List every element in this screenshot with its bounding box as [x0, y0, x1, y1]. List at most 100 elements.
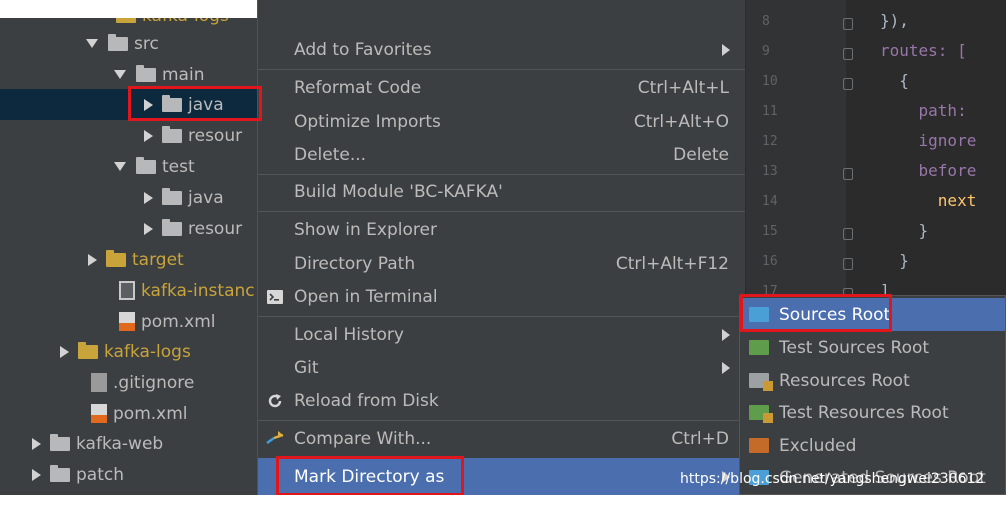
- resources-root-icon: [749, 373, 773, 391]
- expand-arrow-icon[interactable]: [114, 70, 126, 79]
- tree-item-java-test[interactable]: java: [0, 182, 258, 213]
- tree-item-label: pom.xml: [141, 311, 216, 332]
- submenu-item-label: Resources Root: [779, 370, 910, 391]
- test-sources-root-icon: [749, 340, 769, 355]
- tree-item-kafka-instance[interactable]: kafka-instanc: [0, 275, 258, 306]
- submenu-item-label: Test Resources Root: [779, 402, 949, 423]
- folder-icon: [50, 464, 70, 482]
- line-number: 15: [762, 224, 778, 239]
- submenu-item-resources-root[interactable]: Resources Root: [740, 364, 1005, 397]
- tree-item-label: resour: [188, 218, 243, 239]
- collapse-arrow-icon[interactable]: [60, 345, 69, 358]
- tree-item-label: java: [188, 187, 224, 208]
- menu-item-label: Show in Explorer: [294, 220, 437, 240]
- tree-item-label: kafka-logs: [104, 341, 191, 362]
- folder-icon: [50, 433, 70, 451]
- tree-item-label: kafka-logs: [142, 18, 229, 26]
- compare-icon: [266, 430, 284, 448]
- menu-item-delete[interactable]: Delete... Delete: [258, 139, 745, 171]
- tree-item-resources-main[interactable]: resour: [0, 120, 258, 151]
- tree-item-patch[interactable]: patch: [0, 459, 258, 490]
- tree-item-test[interactable]: test: [0, 151, 258, 182]
- menu-item-open-in-terminal[interactable]: Open in Terminal: [258, 281, 745, 313]
- expand-arrow-icon[interactable]: [114, 162, 126, 171]
- menu-item-reload-from-disk[interactable]: Reload from Disk: [258, 385, 745, 417]
- code-line: }: [880, 251, 909, 270]
- folder-icon: [116, 18, 136, 23]
- highlight-box-java-folder: [128, 86, 262, 121]
- tree-item-kafka-web[interactable]: kafka-web: [0, 428, 258, 459]
- menu-item-shortcut: Ctrl+D: [671, 429, 729, 449]
- menu-item-build-module[interactable]: Build Module 'BC-KAFKA': [258, 176, 745, 208]
- collapse-arrow-icon[interactable]: [144, 222, 153, 235]
- menu-separator: [258, 69, 745, 70]
- watermark-text: https://blog.csdn.net/yangshengwei230612: [680, 471, 985, 487]
- menu-item-label: Optimize Imports: [294, 112, 441, 132]
- menu-item-optimize-imports[interactable]: Optimize Imports Ctrl+Alt+O: [258, 106, 745, 138]
- menu-item-reformat-code[interactable]: Reformat Code Ctrl+Alt+L: [258, 72, 745, 104]
- menu-item-compare-with[interactable]: Compare With... Ctrl+D: [258, 423, 745, 455]
- tree-item-gitignore[interactable]: .gitignore: [0, 367, 258, 398]
- menu-item-directory-path[interactable]: Directory Path Ctrl+Alt+F12: [258, 248, 745, 280]
- menu-item-git[interactable]: Git: [258, 352, 745, 384]
- line-number: 10: [762, 74, 778, 89]
- menu-item-shortcut: Delete: [673, 145, 729, 165]
- folder-icon: [78, 341, 98, 359]
- code-line: before: [880, 161, 977, 180]
- line-number: 13: [762, 164, 778, 179]
- context-menu: Add to Favorites Reformat Code Ctrl+Alt+…: [257, 0, 746, 495]
- menu-item-label: Open in Terminal: [294, 287, 438, 307]
- test-resources-root-icon: [749, 405, 773, 423]
- menu-item-local-history[interactable]: Local History: [258, 319, 745, 351]
- menu-item-label: Delete...: [294, 145, 367, 165]
- submenu-item-excluded[interactable]: Excluded: [740, 429, 1005, 462]
- fold-marker-icon[interactable]: [843, 18, 853, 30]
- menu-item-show-in-explorer[interactable]: Show in Explorer: [258, 214, 745, 246]
- folder-icon: [136, 156, 156, 174]
- tree-item-label: kafka-instanc: [141, 280, 255, 301]
- collapse-arrow-icon[interactable]: [88, 253, 97, 266]
- tree-item-label: kafka-web: [76, 433, 164, 454]
- folder-icon: [108, 33, 128, 51]
- tree-item-label: resour: [188, 125, 243, 146]
- submenu-item-test-resources-root[interactable]: Test Resources Root: [740, 396, 1005, 429]
- menu-item-label: Directory Path: [294, 254, 416, 274]
- collapse-arrow-icon[interactable]: [32, 437, 41, 450]
- fold-marker-icon[interactable]: [843, 258, 853, 270]
- tree-item-kafka-logs[interactable]: kafka-logs: [0, 336, 258, 367]
- line-number: 8: [762, 14, 770, 29]
- xml-file-icon: [91, 404, 107, 423]
- fold-marker-icon[interactable]: [843, 168, 853, 180]
- tree-item-target[interactable]: target: [0, 244, 258, 275]
- folder-icon: [162, 125, 182, 143]
- tree-item-pom-outer[interactable]: pom.xml: [0, 398, 258, 429]
- menu-separator: [258, 420, 745, 421]
- tree-item-src[interactable]: src: [0, 28, 258, 59]
- code-line: }),: [880, 11, 909, 30]
- xml-file-icon: [119, 312, 135, 331]
- code-line: }: [880, 221, 929, 240]
- fold-marker-icon[interactable]: [843, 228, 853, 240]
- line-number: 12: [762, 134, 778, 149]
- collapse-arrow-icon[interactable]: [32, 468, 41, 481]
- collapse-arrow-icon[interactable]: [144, 191, 153, 204]
- collapse-arrow-icon[interactable]: [144, 129, 153, 142]
- folder-icon: [162, 187, 182, 205]
- submenu-arrow-icon: [722, 362, 730, 374]
- excluded-icon: [749, 438, 769, 453]
- expand-arrow-icon[interactable]: [86, 39, 98, 48]
- line-number: 14: [762, 194, 778, 209]
- code-line: ignore: [880, 131, 977, 150]
- menu-item-shortcut: Ctrl+Alt+O: [633, 112, 729, 132]
- menu-item-add-to-favorites[interactable]: Add to Favorites: [258, 34, 745, 66]
- fold-marker-icon[interactable]: [843, 78, 853, 90]
- tree-item-pom-inner[interactable]: pom.xml: [0, 306, 258, 337]
- tree-item-label: src: [134, 33, 159, 54]
- tree-item-resources-test[interactable]: resour: [0, 213, 258, 244]
- submenu-item-label: Test Sources Root: [779, 337, 930, 358]
- submenu-item-test-sources-root[interactable]: Test Sources Root: [740, 331, 1005, 364]
- reload-icon: [266, 392, 284, 410]
- fold-marker-icon[interactable]: [843, 48, 853, 60]
- submenu-arrow-icon: [722, 329, 730, 341]
- folder-icon: [136, 64, 156, 82]
